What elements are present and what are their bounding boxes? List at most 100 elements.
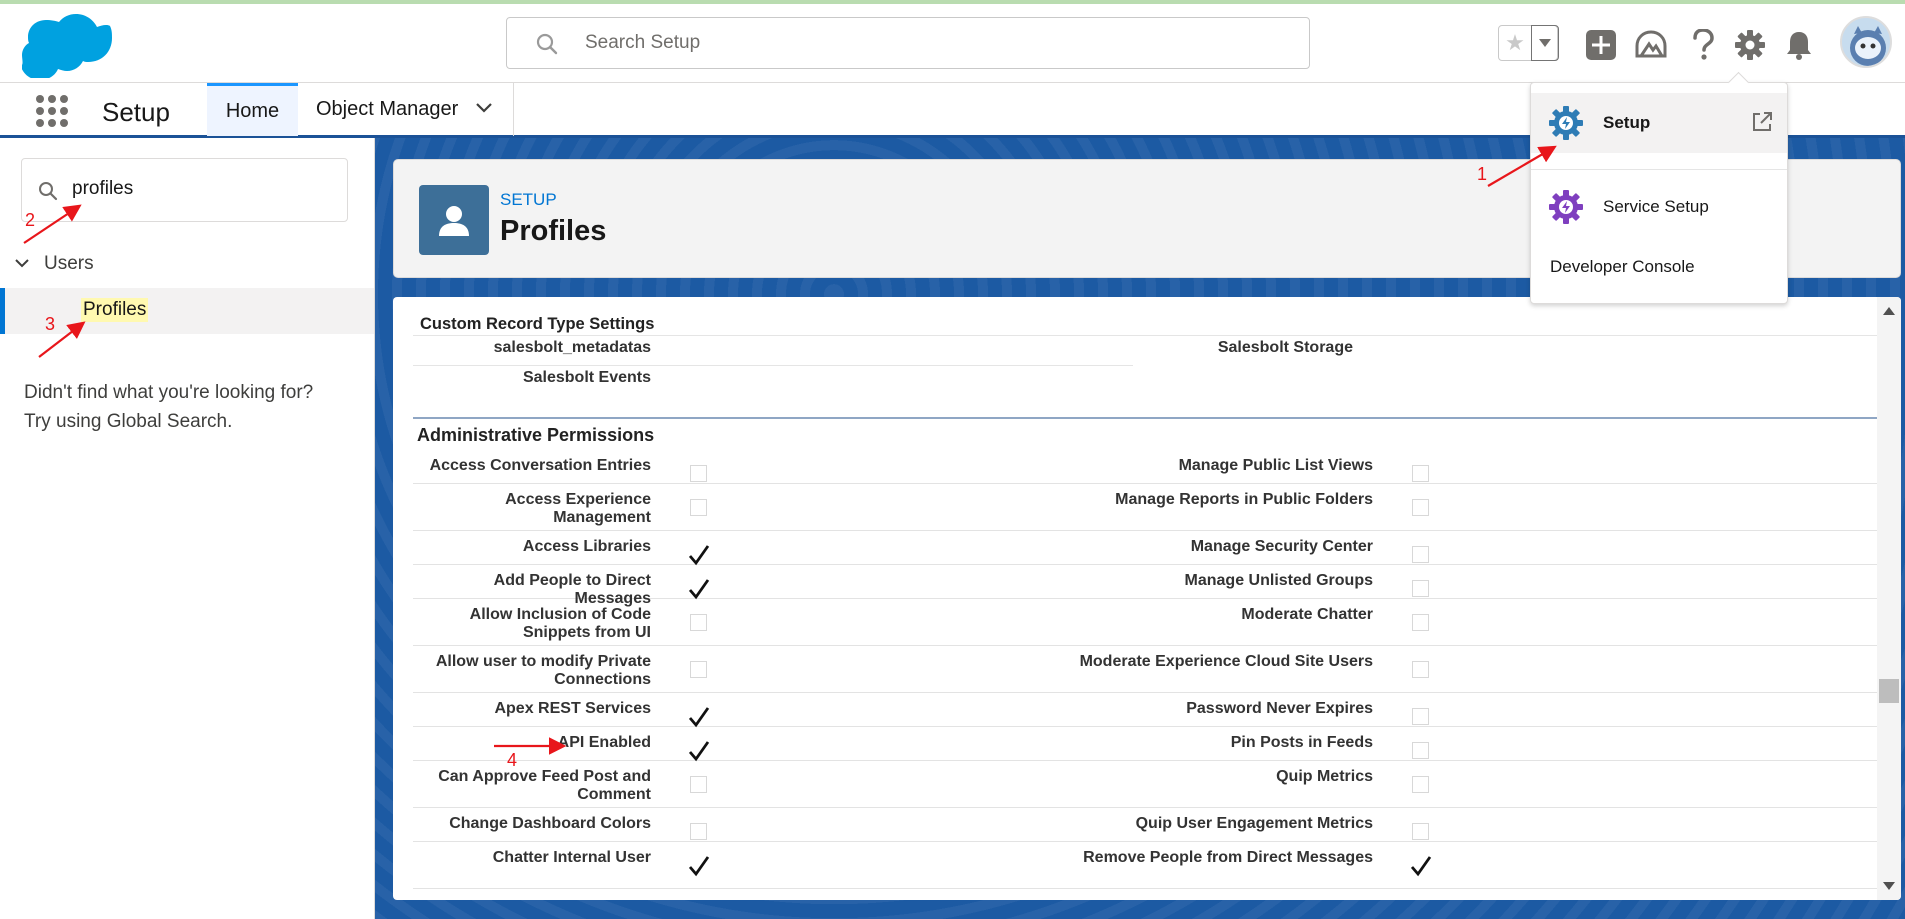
checkmark-icon xyxy=(688,741,710,762)
permission-label: Access Libraries xyxy=(522,538,651,555)
permission-checkbox-checked[interactable] xyxy=(1409,854,1433,878)
tab-object-manager-label: Object Manager xyxy=(316,98,459,120)
scroll-down-icon[interactable] xyxy=(1883,882,1895,890)
annotation-number-1: 1 xyxy=(1477,164,1488,184)
setup-gear-button[interactable] xyxy=(1733,28,1767,62)
permission-label: Allow user to modify Private Connections xyxy=(435,653,651,688)
permission-checkbox-checked[interactable] xyxy=(687,577,711,601)
permission-checkbox[interactable] xyxy=(1409,496,1433,520)
favorites-control[interactable]: ★ xyxy=(1498,25,1559,61)
permission-checkbox[interactable] xyxy=(687,611,711,635)
help-button[interactable] xyxy=(1686,28,1720,62)
permission-row: Allow Inclusion of Code Snippets from UI… xyxy=(413,599,1878,646)
permission-label: Allow Inclusion of Code Snippets from UI xyxy=(469,606,651,641)
trailhead-icon xyxy=(1635,30,1667,58)
favorites-dropdown-button[interactable] xyxy=(1531,25,1559,61)
record-type-section-title: Custom Record Type Settings xyxy=(420,315,655,333)
permission-label: Manage Security Center xyxy=(1190,538,1373,555)
setup-gear-icon xyxy=(1549,106,1583,140)
setup-menu-item-setup[interactable]: Setup xyxy=(1531,93,1787,153)
checkmark-icon xyxy=(1410,856,1432,877)
tree-node-users[interactable]: Users xyxy=(14,253,94,275)
trailhead-button[interactable] xyxy=(1634,28,1668,62)
permission-checkbox[interactable] xyxy=(1409,773,1433,797)
checkbox-unchecked-icon xyxy=(1412,708,1429,725)
permission-row: Add People to Direct Messages Manage Unli… xyxy=(413,565,1878,607)
section-divider xyxy=(413,417,1878,419)
admin-permissions-title: Administrative Permissions xyxy=(417,425,655,445)
tree-node-users-label: Users xyxy=(44,253,94,274)
permission-checkbox[interactable] xyxy=(687,820,711,844)
permission-checkbox[interactable] xyxy=(687,773,711,797)
permission-checkbox[interactable] xyxy=(687,462,711,486)
permission-row: Access Conversation Entries Manage Public… xyxy=(413,450,1878,484)
checkmark-icon xyxy=(688,856,710,877)
caret-down-icon xyxy=(1539,39,1551,47)
record-type-label: Salesbolt Storage xyxy=(1217,339,1353,356)
chevron-down-icon[interactable] xyxy=(14,258,30,270)
permission-checkbox[interactable] xyxy=(1409,462,1433,486)
permission-checkbox-checked[interactable] xyxy=(687,739,711,763)
checkbox-unchecked-icon xyxy=(1412,661,1429,678)
permission-row: Access Experience Management Manage Repor… xyxy=(413,484,1878,531)
checkbox-unchecked-icon xyxy=(690,823,707,840)
permission-checkbox[interactable] xyxy=(1409,658,1433,682)
setup-menu-item-developer-console[interactable]: Developer Console xyxy=(1531,243,1787,289)
quick-find-input[interactable]: profiles xyxy=(21,158,348,222)
add-icon xyxy=(1586,30,1616,60)
permission-checkbox[interactable] xyxy=(1409,705,1433,729)
star-icon[interactable]: ★ xyxy=(1499,26,1531,60)
checkbox-unchecked-icon xyxy=(690,614,707,631)
permission-checkbox-checked[interactable] xyxy=(687,543,711,567)
tree-node-profiles-label[interactable]: Profiles xyxy=(81,298,149,322)
checkbox-unchecked-icon xyxy=(1412,742,1429,759)
permission-checkbox[interactable] xyxy=(1409,543,1433,567)
permission-checkbox[interactable] xyxy=(687,658,711,682)
permission-label: Access Conversation Entries xyxy=(429,457,651,474)
permission-row: Chatter Internal User Remove People from … xyxy=(413,842,1878,889)
app-launcher-icon[interactable] xyxy=(36,95,68,127)
global-search-box[interactable]: Search Setup xyxy=(506,17,1310,69)
permission-label: Chatter Internal User xyxy=(492,849,651,866)
content-scrollbar[interactable] xyxy=(1877,297,1901,900)
open-in-new-window-icon[interactable] xyxy=(1751,111,1773,133)
permission-label: Can Approve Feed Post and Comment xyxy=(438,768,651,803)
permission-label: Remove People from Direct Messages xyxy=(1083,849,1373,866)
permission-checkbox[interactable] xyxy=(687,496,711,520)
row-divider xyxy=(413,365,1133,366)
permission-row: Change Dashboard Colors Quip User Engagem… xyxy=(413,808,1878,842)
permission-checkbox[interactable] xyxy=(1409,611,1433,635)
quick-find-value: profiles xyxy=(72,178,134,199)
setup-menu-item-label: Setup xyxy=(1603,113,1651,132)
chevron-down-icon[interactable] xyxy=(475,102,493,114)
checkbox-unchecked-icon xyxy=(1412,823,1429,840)
tab-home[interactable]: Home xyxy=(207,83,298,136)
search-icon xyxy=(536,33,558,55)
permission-row: Access Libraries Manage Security Center xyxy=(413,531,1878,567)
global-create-button[interactable] xyxy=(1584,28,1618,62)
annotation-number-2: 2 xyxy=(25,210,36,230)
permission-checkbox-checked[interactable] xyxy=(687,854,711,878)
permission-row: API Enabled Pin Posts in Feeds xyxy=(413,727,1878,763)
checkmark-icon xyxy=(688,707,710,728)
record-type-label: Salesbolt Events xyxy=(522,369,651,386)
user-icon xyxy=(439,206,469,236)
user-avatar[interactable] xyxy=(1840,16,1892,68)
bell-icon xyxy=(1787,32,1811,60)
not-found-line-1: Didn't find what you're looking for? xyxy=(24,382,314,403)
salesforce-logo[interactable] xyxy=(22,14,112,78)
checkmark-icon xyxy=(688,545,710,566)
permission-checkbox[interactable] xyxy=(1409,739,1433,763)
permission-checkbox[interactable] xyxy=(1409,820,1433,844)
scrollbar-thumb[interactable] xyxy=(1879,679,1899,703)
notifications-button[interactable] xyxy=(1782,28,1816,62)
checkbox-unchecked-icon xyxy=(1412,580,1429,597)
permission-checkbox-checked[interactable] xyxy=(687,705,711,729)
tree-node-profiles[interactable]: Profiles xyxy=(0,288,374,334)
permission-label: Pin Posts in Feeds xyxy=(1230,734,1373,751)
permission-checkbox[interactable] xyxy=(1409,577,1433,601)
scroll-up-icon[interactable] xyxy=(1883,307,1895,315)
setup-menu-item-service-setup[interactable]: Service Setup xyxy=(1531,179,1787,235)
permission-label: Apex REST Services xyxy=(494,700,651,717)
tab-object-manager[interactable]: Object Manager xyxy=(298,83,514,136)
